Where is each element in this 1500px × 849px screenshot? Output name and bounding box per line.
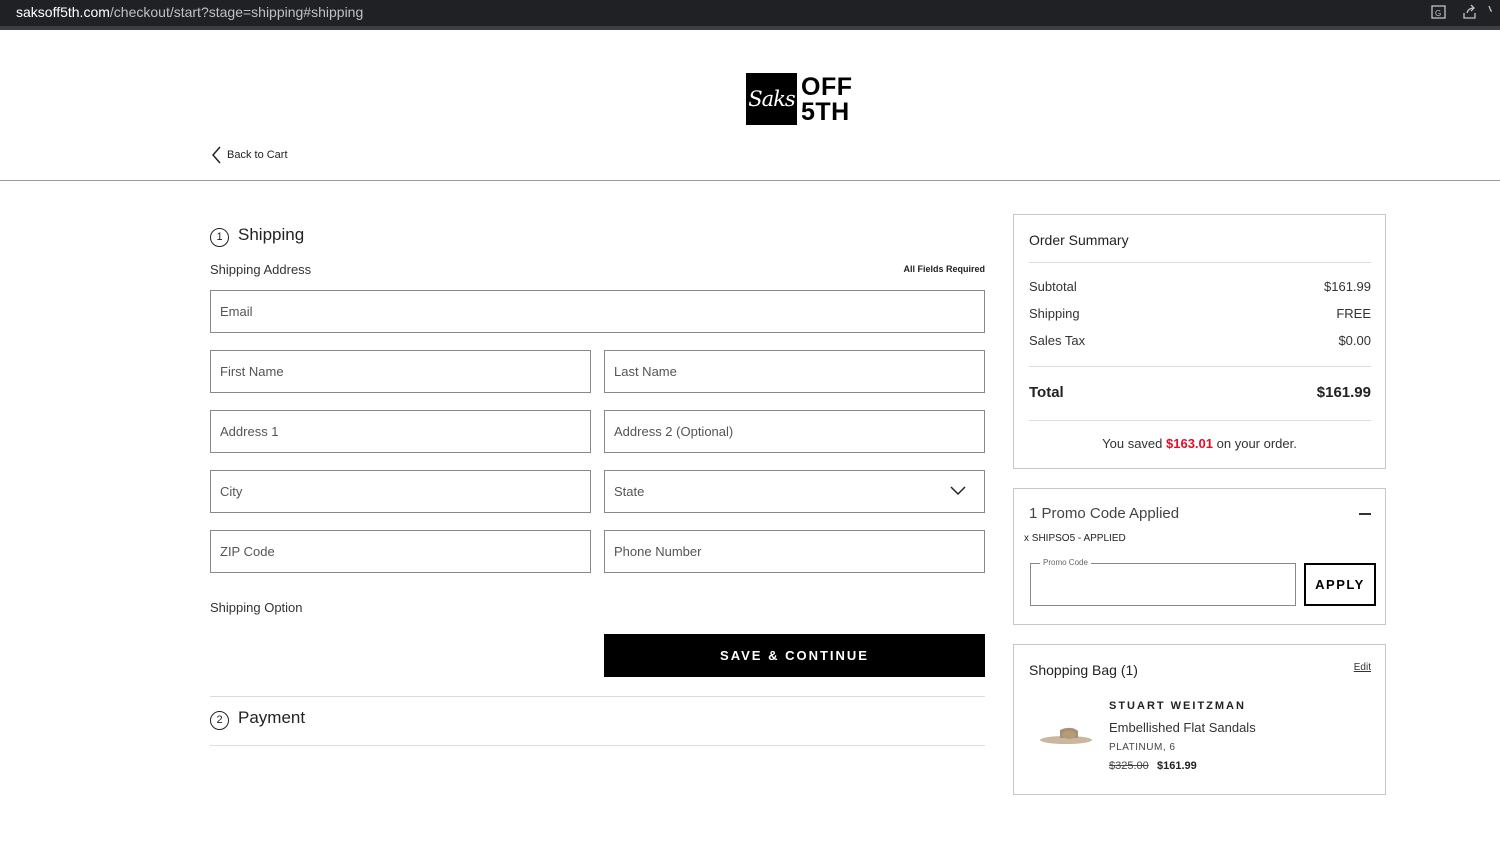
saved-prefix: You saved bbox=[1102, 436, 1163, 451]
promo-title[interactable]: 1 Promo Code Applied bbox=[1029, 505, 1179, 522]
sandal-product-image bbox=[1040, 727, 1092, 744]
promo-panel: 1 Promo Code Applied x SHIPSO5 - APPLIED… bbox=[1013, 488, 1386, 625]
shipping-value: FREE bbox=[1336, 306, 1371, 321]
city-field[interactable]: City bbox=[210, 470, 591, 513]
saved-suffix: on your order. bbox=[1216, 436, 1297, 451]
address2-field[interactable]: Address 2 (Optional) bbox=[604, 410, 985, 453]
shipping-title: Shipping bbox=[238, 225, 305, 244]
back-to-cart-label: Back to Cart bbox=[227, 149, 288, 161]
original-price: $325.00 bbox=[1109, 760, 1149, 772]
sales-tax-label: Sales Tax bbox=[1029, 333, 1086, 348]
section-divider bbox=[210, 745, 985, 746]
order-summary-panel: Order Summary Subtotal $161.99 Shipping … bbox=[1013, 214, 1386, 469]
shipping-option-label: Shipping Option bbox=[210, 600, 303, 615]
last-name-field[interactable]: Last Name bbox=[604, 350, 985, 393]
edit-bag-link[interactable]: Edit bbox=[1354, 662, 1371, 673]
product-variant: PLATINUM, 6 bbox=[1109, 742, 1176, 753]
product-brand: STUART WEITZMAN bbox=[1109, 700, 1246, 712]
share-icon[interactable] bbox=[1462, 4, 1478, 20]
state-select-label: State bbox=[614, 484, 645, 499]
translate-icon[interactable]: G bbox=[1431, 4, 1447, 20]
logo-off: OFF bbox=[801, 73, 853, 101]
step-number: 2 bbox=[210, 711, 229, 730]
shopping-bag-title: Shopping Bag (1) bbox=[1029, 662, 1138, 678]
product-name: Embellished Flat Sandals bbox=[1109, 720, 1256, 735]
url-host: saksoff5th.com bbox=[16, 4, 110, 20]
summary-divider bbox=[1029, 366, 1371, 367]
chevron-down-icon bbox=[950, 486, 966, 496]
bookmark-star-icon[interactable] bbox=[1484, 4, 1500, 20]
browser-url-bar[interactable]: saksoff5th.com/checkout/start?stage=ship… bbox=[0, 0, 1500, 26]
summary-divider bbox=[1029, 262, 1371, 263]
shopping-bag-panel: Shopping Bag (1) Edit STUART WEITZMAN Em… bbox=[1013, 644, 1386, 795]
url-text[interactable]: saksoff5th.com/checkout/start?stage=ship… bbox=[16, 0, 363, 24]
state-select[interactable]: State bbox=[604, 470, 985, 513]
apply-button[interactable]: APPLY bbox=[1304, 563, 1376, 606]
shipping-address-label: Shipping Address bbox=[210, 262, 312, 277]
address1-field[interactable]: Address 1 bbox=[210, 410, 591, 453]
email-field[interactable]: Email bbox=[210, 290, 985, 333]
header-divider bbox=[0, 180, 1500, 181]
saks-logo-mark: Saks bbox=[746, 73, 797, 125]
savings-message: You saved $163.01 on your order. bbox=[1014, 436, 1385, 451]
shipping-label: Shipping bbox=[1029, 306, 1080, 321]
saks-off5th-logo[interactable]: Saks OFF 5TH bbox=[746, 73, 852, 126]
sales-tax-value: $0.00 bbox=[1338, 333, 1371, 348]
subtotal-label: Subtotal bbox=[1029, 279, 1077, 294]
order-summary-title: Order Summary bbox=[1029, 232, 1129, 248]
subtotal-value: $161.99 bbox=[1324, 279, 1371, 294]
phone-number-field[interactable]: Phone Number bbox=[604, 530, 985, 573]
save-continue-button[interactable]: SAVE & CONTINUE bbox=[604, 634, 985, 677]
collapse-icon[interactable] bbox=[1359, 513, 1371, 515]
browser-divider bbox=[0, 26, 1500, 30]
total-value: $161.99 bbox=[1316, 384, 1371, 401]
promo-code-input[interactable]: Promo Code bbox=[1030, 558, 1296, 606]
summary-divider bbox=[1029, 420, 1371, 421]
logo-5th: 5TH bbox=[801, 98, 850, 126]
total-label: Total bbox=[1029, 384, 1064, 401]
chevron-left-icon bbox=[212, 146, 221, 164]
zip-code-field[interactable]: ZIP Code bbox=[210, 530, 591, 573]
svg-text:G: G bbox=[1435, 9, 1441, 18]
first-name-field[interactable]: First Name bbox=[210, 350, 591, 393]
sale-price: $161.99 bbox=[1157, 760, 1197, 772]
saved-amount: $163.01 bbox=[1166, 436, 1214, 451]
section-divider bbox=[210, 696, 985, 697]
url-path: /checkout/start?stage=shipping#shipping bbox=[109, 4, 364, 20]
payment-title: Payment bbox=[238, 708, 306, 727]
step-number: 1 bbox=[210, 228, 229, 247]
promo-code-label: Promo Code bbox=[1040, 558, 1091, 567]
required-note: All Fields Required bbox=[903, 264, 985, 274]
promo-applied-code[interactable]: x SHIPSO5 - APPLIED bbox=[1024, 533, 1126, 544]
